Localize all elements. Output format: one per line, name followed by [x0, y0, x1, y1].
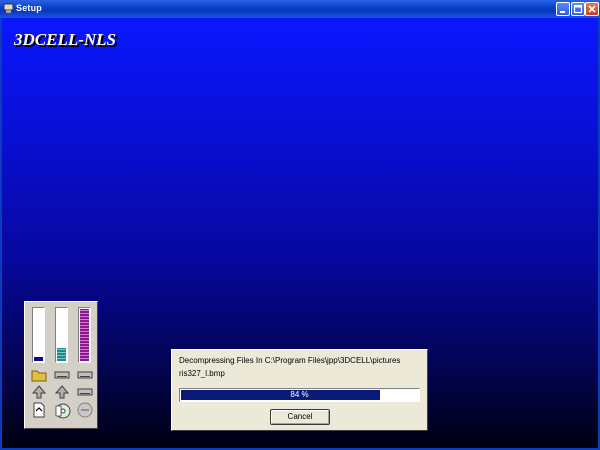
folder-icon [31, 370, 47, 382]
current-file-text: ris327_l.bmp [179, 369, 225, 378]
progress-bar: 84 % [179, 388, 420, 402]
title-bar[interactable]: Setup [0, 0, 600, 18]
drive-icon [77, 371, 93, 379]
progress-percent-label: 84 % [290, 390, 309, 399]
minimize-icon [560, 11, 565, 13]
arrow-up-icon [54, 385, 70, 399]
disk-gauge [32, 307, 45, 363]
setup-window: Setup 3DCELL-NLS Decompressing Files In … [0, 0, 600, 450]
window-title: Setup [16, 3, 43, 13]
memory-gauge-fill [80, 309, 89, 361]
status-text: Decompressing Files In C:\Program Files\… [179, 356, 401, 365]
cd-gauge [55, 307, 68, 363]
cd-icon [55, 403, 71, 419]
setup-icon [3, 3, 14, 13]
app-title: 3DCELL-NLS [14, 30, 116, 49]
close-icon [588, 5, 596, 13]
progress-dialog: Decompressing Files In C:\Program Files\… [171, 349, 428, 431]
file-icon [33, 402, 45, 418]
drive-icon [77, 388, 93, 396]
resource-gauges-panel [24, 301, 98, 429]
maximize-button[interactable] [571, 2, 585, 16]
maximize-icon [573, 4, 583, 14]
cancel-button[interactable]: Cancel [270, 409, 330, 425]
close-button[interactable] [585, 2, 599, 16]
arrow-up-icon [31, 385, 47, 399]
memory-chip-icon [77, 402, 93, 418]
drive-icon [54, 371, 70, 379]
minimize-button[interactable] [556, 2, 570, 16]
cd-gauge-fill [57, 348, 66, 361]
disk-gauge-fill [34, 356, 43, 361]
memory-gauge [78, 307, 91, 363]
